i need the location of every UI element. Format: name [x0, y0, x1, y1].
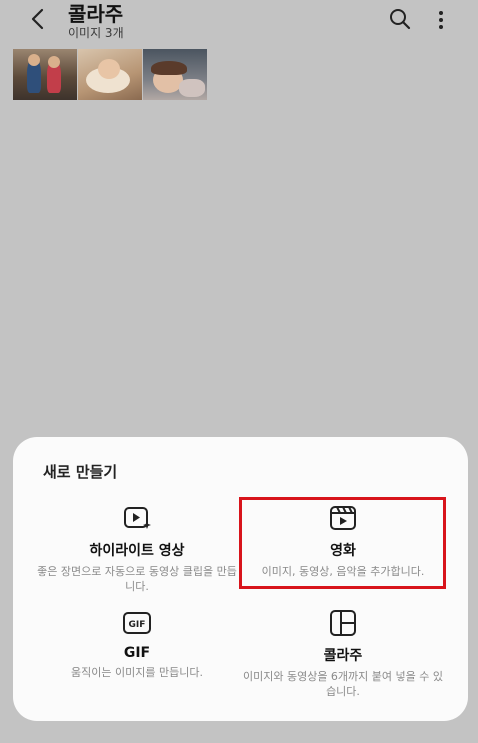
image-thumbnail-baby[interactable] — [78, 49, 142, 100]
collage-option[interactable]: 콜라주 이미지와 동영상을 6개까지 붙여 넣을 수 있습니다. — [239, 608, 447, 699]
chevron-left-icon — [31, 8, 44, 30]
option-description: 이미지와 동영상을 6개까지 붙여 넣을 수 있습니다. — [242, 670, 444, 698]
search-button[interactable] — [388, 7, 412, 31]
option-description: 좋은 장면으로 자동으로 동영상 클립을 만듭니다. — [37, 565, 237, 593]
highlight-video-icon — [124, 507, 151, 529]
image-thumbnail-child[interactable] — [143, 49, 207, 100]
page-title: 콜라주 — [68, 2, 124, 26]
search-icon — [390, 9, 411, 30]
highlight-box — [239, 497, 446, 589]
back-button[interactable] — [26, 6, 52, 32]
svg-text:GIF: GIF — [129, 620, 146, 630]
highlight-video-option[interactable]: 하이라이트 영상 좋은 장면으로 자동으로 동영상 클립을 만듭니다. — [33, 503, 241, 594]
sheet-title: 새로 만들기 — [43, 463, 118, 481]
gif-icon: GIF — [123, 612, 151, 634]
top-app-bar: 콜라주 이미지 3개 — [0, 0, 478, 46]
option-label: GIF — [123, 645, 151, 661]
collage-icon — [330, 610, 356, 636]
selected-images-strip — [13, 49, 207, 100]
image-thumbnail-children[interactable] — [13, 49, 77, 100]
option-description: 움직이는 이미지를 만듭니다. — [71, 666, 203, 679]
option-label: 콜라주 — [323, 648, 363, 664]
option-label: 하이라이트 영상 — [89, 543, 185, 559]
more-vertical-icon — [439, 11, 443, 29]
image-count-subtitle: 이미지 3개 — [68, 26, 124, 40]
more-options-button[interactable] — [432, 8, 450, 32]
gif-option[interactable]: GIF GIF 움직이는 이미지를 만듭니다. — [33, 608, 241, 680]
